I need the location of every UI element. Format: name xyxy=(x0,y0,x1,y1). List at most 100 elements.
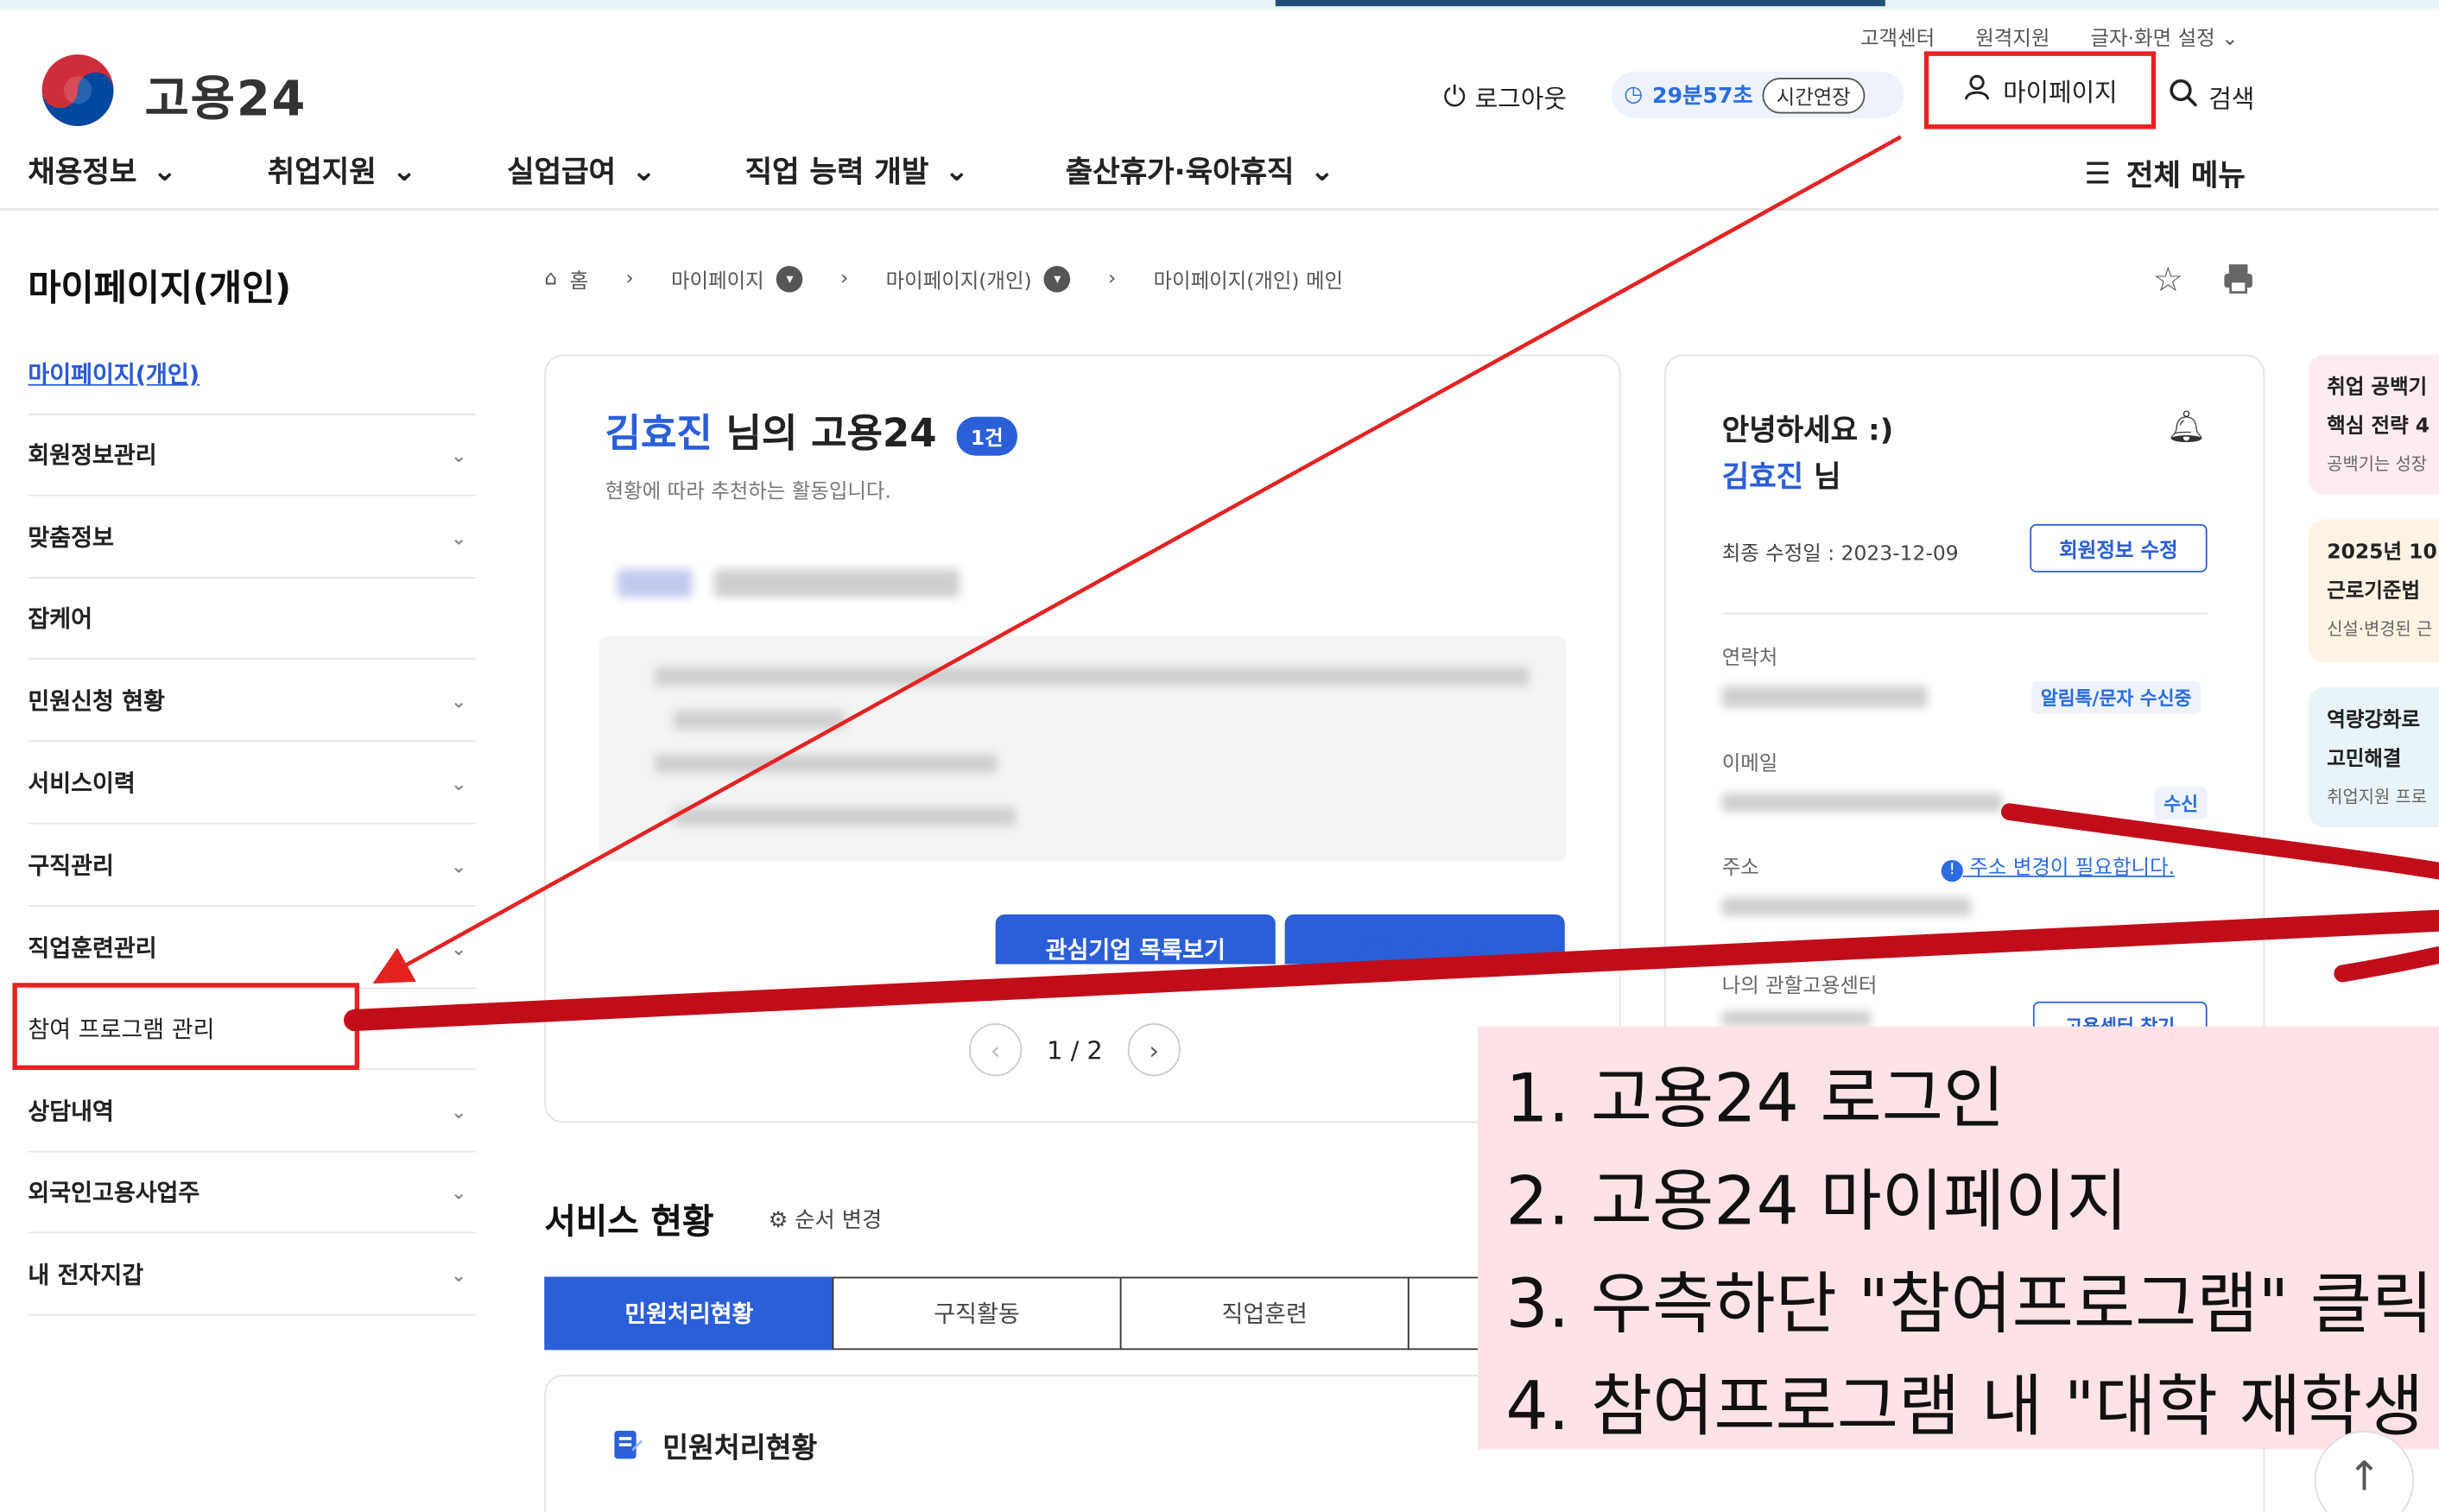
document-icon xyxy=(610,1427,644,1462)
gnb-label: 출산휴가·육아휴직 xyxy=(1065,155,1295,190)
next-page-button[interactable]: › xyxy=(1127,1023,1181,1077)
card-user-name: 김효진 xyxy=(605,410,713,456)
redacted-line xyxy=(655,754,998,774)
all-menu-button[interactable]: ☰ 전체 메뉴 xyxy=(2084,152,2246,194)
interest-company-button[interactable]: 관심기업 목록보기 xyxy=(995,914,1276,965)
hamburger-icon: ☰ xyxy=(2084,156,2112,191)
tab-job-activity[interactable]: 구직활동 xyxy=(832,1276,1122,1351)
display-settings-label: 글자·화면 설정 xyxy=(2090,28,2215,52)
search-label: 검색 xyxy=(2208,84,2255,114)
promo-title: 취업 공백기 xyxy=(2327,376,2428,400)
chevron-down-icon: ⌄ xyxy=(944,153,970,188)
chevron-down-icon: ⌄ xyxy=(2221,28,2239,52)
chevron-down-icon: ⌄ xyxy=(451,854,467,876)
redacted-line xyxy=(673,807,1017,826)
address-notice-link[interactable]: ! 주소 변경이 필요합니다. xyxy=(1941,851,2175,883)
all-menu-label: 전체 메뉴 xyxy=(2126,158,2246,193)
sidebar-item-label: 외국인고용사업주 xyxy=(28,1179,200,1207)
redacted-panel xyxy=(599,636,1567,862)
service-status-title: 서비스 현황 xyxy=(544,1203,714,1243)
order-change-button[interactable]: ⚙ 순서 변경 xyxy=(769,1204,882,1235)
promo-title-line2: 고민해결 xyxy=(2327,748,2402,772)
gnb-item-skills-development[interactable]: 직업 능력 개발 ⌄ xyxy=(745,149,969,192)
chevron-down-icon: ⌄ xyxy=(451,444,467,466)
display-settings-link[interactable]: 글자·화면 설정 ⌄ xyxy=(2091,22,2239,51)
gnb-label: 직업 능력 개발 xyxy=(744,155,929,190)
job-posting-button[interactable]: 채용공고 보기 xyxy=(1284,914,1565,965)
sidebar-item-e-wallet[interactable]: 내 전자지갑 ⌄ xyxy=(28,1235,477,1316)
sidebar-item-service-history[interactable]: 서비스이력 ⌄ xyxy=(28,743,477,825)
tab-vocational-training[interactable]: 직업훈련 xyxy=(1119,1276,1410,1351)
home-icon: ⌂ xyxy=(544,267,558,291)
gnb-item-jobs[interactable]: 채용정보 ⌄ xyxy=(28,149,177,192)
sidebar-item-label: 서비스이력 xyxy=(28,769,136,798)
chevron-right-icon: › xyxy=(1107,267,1117,291)
chevron-down-icon: ⌄ xyxy=(451,689,467,712)
sidebar-item-petition-status[interactable]: 민원신청 현황 ⌄ xyxy=(28,661,477,743)
card-heading: 김효진 님의 고용24 1건 xyxy=(605,402,1017,459)
edit-profile-button[interactable]: 회원정보 수정 xyxy=(2030,523,2208,573)
profile-name-line: 김효진 님 xyxy=(1722,454,1841,497)
chevron-down-icon: ⌄ xyxy=(451,937,467,959)
breadcrumb-home[interactable]: 홈 xyxy=(570,264,589,294)
bell-icon[interactable]: 🔔︎ xyxy=(2167,408,2207,445)
promo-banner-2[interactable]: 2025년 10 근로기준법 신설·변경된 근 xyxy=(2308,519,2439,663)
redacted-line xyxy=(655,667,1530,686)
gnb-item-employment-support[interactable]: 취업지원 ⌄ xyxy=(268,149,417,192)
breadcrumb-current: 마이페이지(개인) 메인 xyxy=(1153,270,1344,294)
contact-label: 연락처 xyxy=(1721,647,1778,671)
breadcrumb-mypage[interactable]: 마이페이지 xyxy=(671,264,764,294)
sidebar-item-job-search[interactable]: 구직관리 ⌄ xyxy=(28,826,477,907)
sidebar-item-label: 민원신청 현황 xyxy=(28,687,165,716)
star-icon[interactable]: ☆ xyxy=(2153,262,2184,301)
mypage-button[interactable]: 마이페이지 xyxy=(1923,51,2157,130)
profile-user-name: 김효진 xyxy=(1721,460,1804,495)
prev-page-button[interactable]: ‹ xyxy=(969,1023,1023,1077)
chevron-down-icon: ⌄ xyxy=(1309,153,1335,188)
chevron-down-icon: ⌄ xyxy=(152,153,178,188)
gear-icon: ⚙ xyxy=(768,1208,789,1234)
customer-center-link[interactable]: 고객센터 xyxy=(1860,22,1935,51)
promo-banner-3[interactable]: 역량강화로 고민해결 취업지원 프로 xyxy=(2308,687,2439,828)
instruction-step: 2. 고용24 마이페이지 xyxy=(1505,1163,2128,1242)
promo-title: 2025년 10 xyxy=(2327,541,2437,565)
sidebar-item-training[interactable]: 직업훈련관리 ⌄ xyxy=(28,908,477,990)
remote-support-link[interactable]: 원격지원 xyxy=(1975,22,2049,51)
search-button[interactable]: 검색 xyxy=(2169,78,2255,115)
email-label: 이메일 xyxy=(1721,752,1778,776)
recommendation-card: 김효진 님의 고용24 1건 현황에 따라 추천하는 활동입니다. 관심기업 목… xyxy=(544,354,1621,1123)
chevron-right-icon: › xyxy=(839,267,849,291)
top-strip-accent xyxy=(1275,0,1885,7)
chevron-down-icon[interactable]: ▾ xyxy=(776,265,803,293)
breadcrumb-mypage-personal[interactable]: 마이페이지(개인) xyxy=(886,264,1032,294)
sidebar-item-counseling[interactable]: 상담내역 ⌄ xyxy=(28,1072,477,1153)
extend-session-button[interactable]: 시간연장 xyxy=(1762,77,1866,113)
sidebar-item-label: 잡케어 xyxy=(28,604,92,634)
redacted-address xyxy=(1721,897,1971,916)
promo-title: 역량강화로 xyxy=(2327,709,2421,733)
redacted-contact xyxy=(1721,686,1928,708)
sidebar-item-custom-info[interactable]: 맞춤정보 ⌄ xyxy=(28,497,477,579)
email-receive-tag: 수신 xyxy=(2154,787,2208,820)
tab-petition-processing[interactable]: 민원처리현황 xyxy=(544,1276,834,1351)
programs-highlight-box xyxy=(12,983,360,1071)
screenshot-stage: 고객센터 원격지원 글자·화면 설정 ⌄ 고용24 ⏻ 로그아웃 ◷ 29분57… xyxy=(0,0,2439,1512)
gnb-item-parental-leave[interactable]: 출산휴가·육아휴직 ⌄ xyxy=(1066,149,1335,192)
print-icon[interactable] xyxy=(2221,262,2256,296)
chevron-down-icon[interactable]: ▾ xyxy=(1044,265,1071,293)
promo-subtitle: 취업지원 프로 xyxy=(2327,787,2427,807)
lock-icon: ⏻ xyxy=(1443,79,1466,113)
sidebar-item-foreign-employer[interactable]: 외국인고용사업주 ⌄ xyxy=(28,1153,477,1234)
sidebar-item-member-info[interactable]: 회원정보관리 ⌄ xyxy=(28,415,477,497)
promo-banner-1[interactable]: 취업 공백기 핵심 전략 4 공백기는 성장 xyxy=(2308,354,2439,495)
gnb-label: 채용정보 xyxy=(28,155,137,190)
chevron-down-icon: ⌄ xyxy=(451,1263,467,1286)
gnb-item-unemployment-benefit[interactable]: 실업급여 ⌄ xyxy=(507,149,656,192)
contact-notification-tag: 알림톡/문자 수신중 xyxy=(2031,680,2201,714)
page-indicator: 1 / 2 xyxy=(1047,1034,1103,1065)
sidebar-item-jobcare[interactable]: 잡케어 xyxy=(28,579,477,660)
logout-button[interactable]: ⏻ 로그아웃 xyxy=(1443,78,1567,115)
sidebar-current-link[interactable]: 마이페이지(개인) xyxy=(28,357,200,390)
logo-text[interactable]: 고용24 xyxy=(144,59,307,129)
instructions-note: 1. 고용24 로그인 2. 고용24 마이페이지 3. 우측하단 "참여프로그… xyxy=(1477,1026,2439,1450)
